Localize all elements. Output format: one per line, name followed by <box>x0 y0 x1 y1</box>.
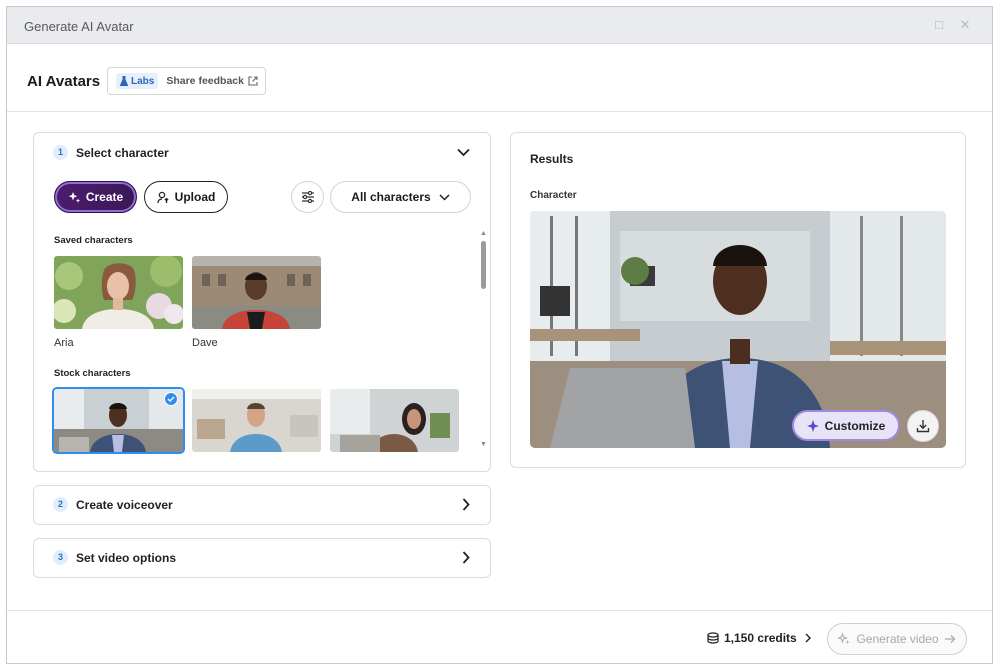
generate-video-label: Generate video <box>856 632 939 646</box>
saved-character-name: Aria <box>54 337 74 349</box>
labs-feedback-pill: Labs Share feedback <box>107 67 266 95</box>
dialog-window: Generate AI Avatar □ ✕ AI Avatars Labs S… <box>6 6 993 664</box>
footer-divider <box>7 610 992 611</box>
window-title: Generate AI Avatar <box>24 19 134 34</box>
saved-characters-label: Saved characters <box>54 235 133 246</box>
sliders-icon <box>301 191 314 203</box>
maximize-icon[interactable]: □ <box>931 17 947 33</box>
step-title-select-character[interactable]: Select character <box>76 146 169 160</box>
header-divider <box>7 111 992 112</box>
stock-character-3[interactable] <box>330 389 459 452</box>
saved-character-name: Dave <box>192 337 218 349</box>
page-title: AI Avatars <box>27 73 101 90</box>
upload-person-icon <box>157 191 169 203</box>
chevron-down-icon[interactable] <box>457 148 470 157</box>
external-link-icon <box>248 76 258 86</box>
chevron-down-icon <box>439 193 450 201</box>
stock-characters-label: Stock characters <box>54 368 131 379</box>
saved-character-aria[interactable] <box>54 256 183 329</box>
selected-check-icon <box>164 392 178 406</box>
sparkle-icon <box>838 633 850 644</box>
aria-portrait <box>54 256 183 329</box>
customize-button[interactable]: Customize <box>792 410 900 441</box>
step-title-create-voiceover: Create voiceover <box>76 498 173 512</box>
arrow-right-icon <box>944 635 955 643</box>
coins-icon <box>707 632 719 644</box>
saved-character-dave[interactable] <box>192 256 321 329</box>
labs-label: Labs <box>131 75 155 87</box>
credits-link[interactable]: 1,150 credits <box>707 631 811 645</box>
customize-label: Customize <box>824 418 886 433</box>
scroll-up-icon[interactable]: ▲ <box>480 230 487 237</box>
sparkle-icon <box>68 191 80 203</box>
character-label: Character <box>530 190 577 201</box>
generate-video-button[interactable]: Generate video <box>827 623 967 655</box>
stock-character-1[interactable] <box>54 389 183 452</box>
list-scrollbar[interactable] <box>481 241 486 289</box>
share-feedback-label: Share feedback <box>166 75 244 87</box>
filter-settings-button[interactable] <box>291 181 324 213</box>
upload-label: Upload <box>174 190 216 204</box>
download-button[interactable] <box>907 410 939 442</box>
upload-button[interactable]: Upload <box>144 181 228 213</box>
stock-character-office-woman <box>330 389 459 452</box>
step-number-3: 3 <box>53 550 68 565</box>
step-title-set-video-options: Set video options <box>76 551 177 565</box>
chevron-right-icon[interactable] <box>462 498 470 511</box>
all-characters-label: All characters <box>351 190 431 204</box>
results-title: Results <box>530 152 574 166</box>
chevron-right-icon[interactable] <box>462 551 470 564</box>
stock-character-2[interactable] <box>192 389 321 452</box>
step-number-2: 2 <box>53 497 68 512</box>
title-bar: Generate AI Avatar □ ✕ <box>7 7 992 44</box>
create-label: Create <box>85 190 124 204</box>
download-icon <box>916 420 930 433</box>
labs-badge: Labs <box>116 73 159 89</box>
credits-count: 1,150 credits <box>724 631 797 645</box>
close-icon[interactable]: ✕ <box>957 17 973 33</box>
dave-portrait <box>192 256 321 329</box>
chevron-right-icon <box>805 633 811 643</box>
share-feedback-link[interactable]: Share feedback <box>166 75 258 87</box>
stock-character-doctor <box>192 389 321 452</box>
sparkle-icon <box>806 419 819 432</box>
create-button[interactable]: Create <box>54 181 137 213</box>
all-characters-dropdown[interactable]: All characters <box>330 181 471 213</box>
scroll-down-icon[interactable]: ▼ <box>480 441 487 448</box>
step-number-1: 1 <box>53 145 68 160</box>
flask-icon <box>120 76 128 86</box>
